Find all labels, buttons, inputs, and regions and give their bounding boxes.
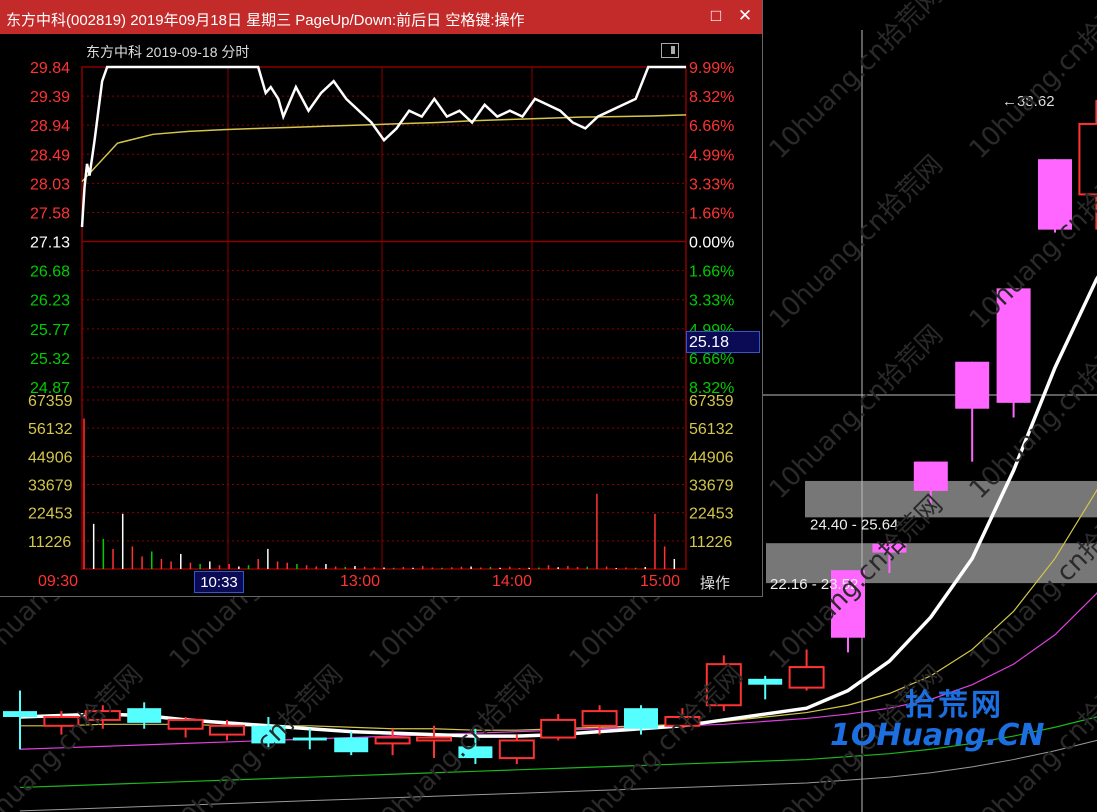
pct-tick-label: 4.99% <box>689 147 734 164</box>
volume-tick-label: 56132 <box>28 421 73 438</box>
candle-body <box>624 708 658 729</box>
price-tick-label: 26.23 <box>30 293 70 310</box>
intraday-panel: 东方中科(002819) 2019年09月18日 星期三 PageUp/Down… <box>0 0 763 597</box>
watermark-text: 10huang.cn拾荒网 <box>964 0 1097 165</box>
volume-tick-label-right: 33679 <box>689 478 734 495</box>
candle-body <box>416 736 452 742</box>
price-tick-label: 27.13 <box>30 235 70 252</box>
pct-tick-label: 8.32% <box>689 89 734 106</box>
candle-body <box>788 666 825 689</box>
candle-body <box>913 461 948 491</box>
watermark-text: 10huang.cn拾荒网 <box>164 660 349 812</box>
zone-label-upper: 24.40 - 25.64 <box>810 516 898 533</box>
pct-tick-label: 1.66% <box>689 205 734 222</box>
price-tick-label: 28.49 <box>30 147 70 164</box>
current-price-marker: 25.18 <box>686 331 760 353</box>
candle-body <box>209 724 245 736</box>
volume-tick-label-right: 67359 <box>689 393 734 410</box>
candle-body <box>498 739 535 760</box>
price-tick-label: 29.84 <box>30 60 70 77</box>
price-tick-label: 28.94 <box>30 118 70 135</box>
watermark-text: 10huang.cn拾荒网 <box>764 0 949 165</box>
panel-toggle-icon[interactable] <box>661 43 679 58</box>
panel-title-bar[interactable]: 东方中科(002819) 2019年09月18日 星期三 PageUp/Down… <box>0 0 762 34</box>
price-tick-label: 26.68 <box>30 264 70 281</box>
volume-tick-label: 67359 <box>28 393 73 410</box>
candle-body <box>167 718 204 730</box>
watermark-text: 10huang.cn拾荒网 <box>0 660 149 812</box>
volume-tick-label-right: 56132 <box>689 421 734 438</box>
candle-body <box>540 718 577 739</box>
price-tick-label: 29.39 <box>30 89 70 106</box>
operate-button[interactable]: 操作 <box>700 572 730 593</box>
volume-tick-label: 33679 <box>28 478 73 495</box>
price-tick-label: 25.32 <box>30 351 70 368</box>
volume-tick-label: 11226 <box>28 534 71 551</box>
pct-tick-label: 6.66% <box>689 118 734 135</box>
support-zone-0 <box>805 480 1097 518</box>
pct-tick-label: 3.33% <box>689 293 734 310</box>
candle-body <box>127 708 162 723</box>
plot-frame <box>81 66 687 570</box>
pct-tick-label: 0.00% <box>689 235 734 252</box>
intraday-price-line <box>80 65 686 228</box>
time-tick-label: 15:00 <box>640 573 680 590</box>
candle-body <box>748 678 783 685</box>
price-tick-label: 27.58 <box>30 205 70 222</box>
pct-tick-label: 3.33% <box>689 176 734 193</box>
cursor-time-marker: 10:33 <box>194 571 244 593</box>
close-icon[interactable]: ✕ <box>735 6 755 26</box>
panel-title: 东方中科(002819) 2019年09月18日 星期三 PageUp/Down… <box>6 12 525 29</box>
pct-tick-label: 9.99% <box>689 60 734 77</box>
time-tick-label: 14:00 <box>492 573 532 590</box>
candle-body <box>334 737 369 753</box>
volume-tick-label: 22453 <box>28 506 73 523</box>
chart-subheading: 东方中科 2019-09-18 分时 <box>86 44 250 60</box>
volume-tick-label-right: 11226 <box>689 534 732 551</box>
intraday-chart[interactable]: 29.84 29.39 28.94 28.49 28.03 27.58 27.13 26.68… <box>0 34 762 596</box>
watermark-text: 10huang.cn拾荒网 <box>764 150 949 335</box>
watermark-text: 10huang.cn拾荒网 <box>564 660 749 812</box>
volume-tick-label-right: 22453 <box>689 506 734 523</box>
candle-body <box>3 711 37 717</box>
candle-body <box>374 736 411 745</box>
candle-body <box>292 737 327 741</box>
volume-tick-label-right: 44906 <box>689 449 734 466</box>
restore-icon[interactable]: □ <box>706 6 726 26</box>
candle-body <box>581 710 618 727</box>
candle-body <box>955 361 990 409</box>
pct-tick-label: 1.66% <box>689 264 734 281</box>
time-tick-label: 09:30 <box>38 573 78 590</box>
logo-text-en: 1OHuang.CN <box>830 718 1045 753</box>
time-tick-label: 13:00 <box>340 573 380 590</box>
site-logo: 拾荒网 1OHuang.CN <box>830 680 1044 755</box>
price-tick-label: 28.03 <box>30 176 70 193</box>
volume-tick-label: 44906 <box>28 449 73 466</box>
price-tick-label: 25.77 <box>30 322 70 339</box>
